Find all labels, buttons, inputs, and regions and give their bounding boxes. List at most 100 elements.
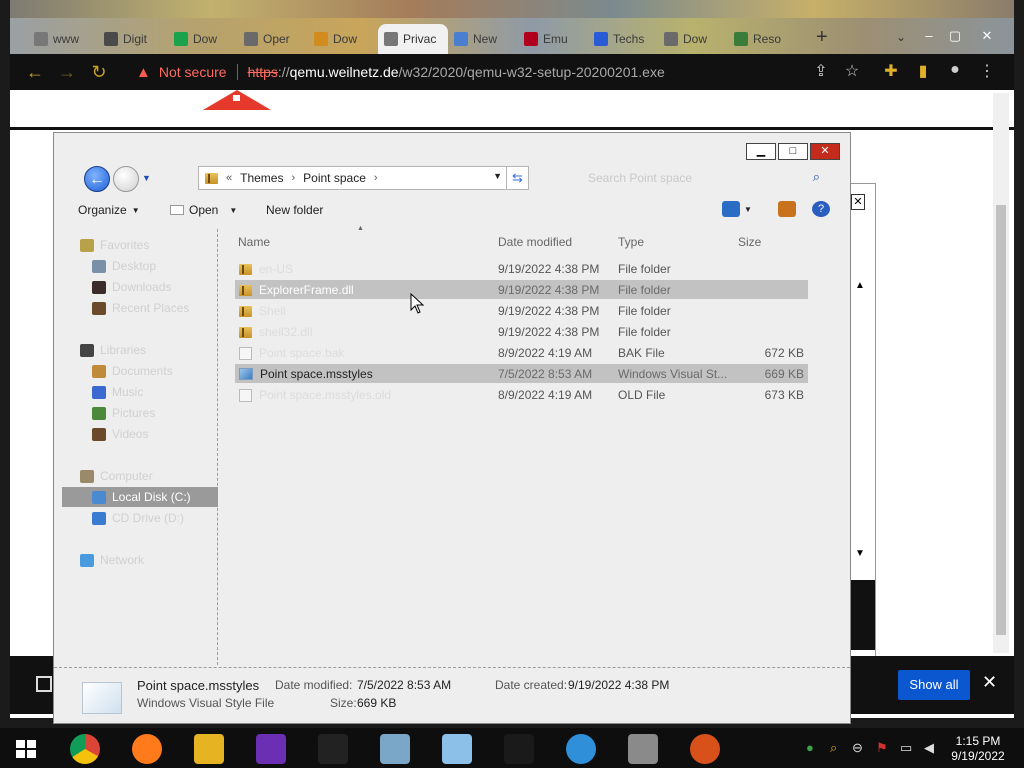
music-app-icon[interactable] <box>690 734 720 764</box>
notepad-icon[interactable] <box>380 734 410 764</box>
search-input[interactable]: Search Point space ⌕ <box>584 166 826 190</box>
dialog-close-button[interactable]: ✕ <box>810 143 840 160</box>
cmd-icon[interactable] <box>318 734 348 764</box>
profile-avatar-icon[interactable]: ● <box>944 61 966 79</box>
back-arrow-icon[interactable]: ← <box>84 166 110 192</box>
view-options-dropdown-icon[interactable]: ▼ <box>744 205 762 221</box>
dialog-maximize-button[interactable]: □ <box>778 143 808 160</box>
tab-8[interactable]: Techs <box>588 24 656 54</box>
window-close-button[interactable]: ✕ <box>976 28 998 44</box>
yahoo-icon[interactable] <box>256 734 286 764</box>
chevron-right-icon[interactable]: › <box>374 172 378 184</box>
system-clock[interactable]: 1:15 PM 9/19/2022 <box>950 734 1006 764</box>
tab-0[interactable]: www <box>28 24 96 54</box>
address-dropdown-icon[interactable]: ▼ <box>493 171 502 181</box>
close-download-bar-button[interactable]: ✕ <box>982 672 997 693</box>
bookmark-star-icon[interactable]: ☆ <box>841 61 863 81</box>
forward-button[interactable]: → <box>56 61 78 83</box>
nav-item-downloads[interactable]: Downloads <box>62 277 218 297</box>
file-explorer-icon[interactable] <box>194 734 224 764</box>
nav-item-pictures[interactable]: Pictures <box>62 403 218 423</box>
tab-5[interactable]: Privac✕ <box>378 24 448 54</box>
minus-circle-icon[interactable]: ⊖ <box>852 740 863 756</box>
window-maximize-button[interactable]: ▢ <box>944 28 966 44</box>
help-icon[interactable]: ? <box>812 201 830 217</box>
tab-3[interactable]: Oper <box>238 24 306 54</box>
organize-button[interactable]: Organize ▼ <box>78 203 140 217</box>
tab-search-button[interactable]: ⌄ <box>896 30 906 44</box>
nav-item-computer[interactable]: Computer <box>62 466 218 486</box>
change-view-icon[interactable] <box>722 201 740 217</box>
network-icon[interactable]: ● <box>806 740 814 755</box>
side-panel-icon[interactable]: ▮ <box>912 61 934 81</box>
refresh-icon[interactable]: ⇆ <box>506 167 528 189</box>
windows-start-icon[interactable] <box>16 740 36 758</box>
page-scrollbar-thumb[interactable] <box>996 205 1006 635</box>
column-header-name[interactable]: Name <box>238 235 270 249</box>
firefox-icon[interactable] <box>132 734 162 764</box>
show-all-downloads-button[interactable]: Show all <box>898 670 970 700</box>
open-button[interactable]: Open ▼ <box>170 203 237 217</box>
close-icon[interactable]: ✕ <box>851 194 865 210</box>
download-file-icon[interactable] <box>36 676 52 692</box>
paint-icon[interactable] <box>442 734 472 764</box>
nav-item-local-disk-c[interactable]: Local Disk (C:) <box>62 487 218 507</box>
column-header-date-modified[interactable]: Date modified <box>498 235 572 249</box>
file-row[interactable]: en-US 9/19/2022 4:38 PM File folder <box>235 259 808 278</box>
tab-10[interactable]: Reso <box>728 24 796 54</box>
dialog-minimize-button[interactable]: ▁ <box>746 143 776 160</box>
recent-locations-dropdown-icon[interactable]: ▼ <box>142 173 151 183</box>
search-icon[interactable]: ⌕ <box>813 169 820 185</box>
tab-1[interactable]: Digit <box>98 24 166 54</box>
7zip-icon[interactable] <box>504 734 534 764</box>
breadcrumb-item-themes[interactable]: Themes <box>240 171 283 185</box>
window-minimize-button[interactable]: – <box>918 28 940 44</box>
breadcrumb-overflow[interactable]: « <box>226 172 232 184</box>
warning-icon[interactable]: ▲ <box>136 64 151 81</box>
nav-item-libraries[interactable]: Libraries <box>62 340 218 360</box>
file-row[interactable]: Shell 9/19/2022 4:38 PM File folder <box>235 301 808 320</box>
file-row[interactable]: Point space.bak 8/9/2022 4:19 AM BAK File 6… <box>235 343 808 362</box>
page-scrollbar[interactable] <box>993 93 1009 653</box>
volume-icon[interactable]: ◀ <box>924 740 934 756</box>
extensions-puzzle-icon[interactable]: ✚ <box>880 61 902 81</box>
preview-pane-icon[interactable] <box>778 201 796 217</box>
security-label[interactable]: Not secure <box>159 64 227 80</box>
chevron-right-icon[interactable]: › <box>291 172 295 184</box>
address-bar[interactable]: ▲ Not secure https://qemu.weilnetz.de/w3… <box>132 58 888 86</box>
nav-item-desktop[interactable]: Desktop <box>62 256 218 276</box>
column-header-size[interactable]: Size <box>738 235 761 249</box>
new-folder-button[interactable]: New folder <box>266 203 323 217</box>
file-row[interactable]: shell32.dll 9/19/2022 4:38 PM File folder <box>235 322 808 341</box>
display-icon[interactable]: ▭ <box>900 740 912 756</box>
scroll-up-icon[interactable]: ▲ <box>855 280 865 291</box>
reload-button[interactable]: ↻ <box>88 61 110 83</box>
file-row[interactable]: Point space.msstyles 7/5/2022 8:53 AM Wind… <box>235 364 808 383</box>
breadcrumb[interactable]: « Themes › Point space › ▼ ⇆ <box>198 166 529 190</box>
nav-item-cd-drive-d[interactable]: CD Drive (D:) <box>62 508 218 528</box>
column-header-type[interactable]: Type <box>618 235 644 249</box>
flag-icon[interactable]: ⚑ <box>876 740 888 756</box>
network-globe-icon[interactable] <box>566 734 596 764</box>
tab-9[interactable]: Dow <box>658 24 726 54</box>
tab-7[interactable]: Emu <box>518 24 586 54</box>
nav-item-recent-places[interactable]: Recent Places <box>62 298 218 318</box>
forward-arrow-icon[interactable] <box>113 166 139 192</box>
chrome-icon[interactable] <box>70 734 100 764</box>
new-tab-button[interactable]: + <box>816 26 828 49</box>
file-row[interactable]: ExplorerFrame.dll 9/19/2022 4:38 PM File f… <box>235 280 808 299</box>
nav-item-favorites[interactable]: Favorites <box>62 235 218 255</box>
nav-item-music[interactable]: Music <box>62 382 218 402</box>
tab-6[interactable]: New <box>448 24 516 54</box>
chrome-menu-icon[interactable]: ⋮ <box>976 61 998 81</box>
nav-item-network[interactable]: Network <box>62 550 218 570</box>
scroll-down-icon[interactable]: ▼ <box>855 548 865 559</box>
back-button[interactable]: ← <box>24 61 46 83</box>
tab-2[interactable]: Dow <box>168 24 236 54</box>
nav-item-videos[interactable]: Videos <box>62 424 218 444</box>
file-row[interactable]: Point space.msstyles.old 8/9/2022 4:19 AM… <box>235 385 808 404</box>
share-icon[interactable]: ⇪ <box>810 61 832 81</box>
search-icon[interactable]: ⌕ <box>830 740 837 756</box>
nav-item-documents[interactable]: Documents <box>62 361 218 381</box>
tab-4[interactable]: Dow <box>308 24 376 54</box>
